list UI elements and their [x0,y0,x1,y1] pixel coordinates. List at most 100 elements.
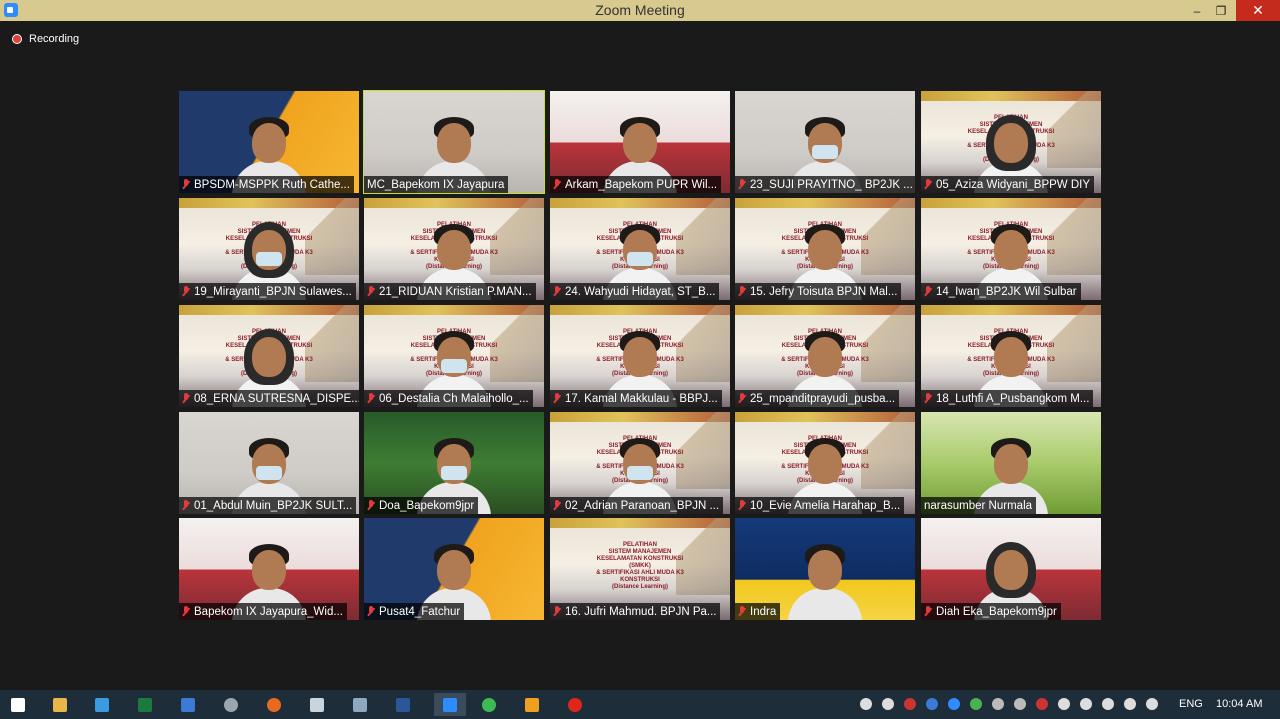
participant-name: Arkam_Bapekom PUPR Wil... [565,178,718,191]
chrome-alt-icon [224,697,238,712]
participant-video-tile[interactable]: Arkam_Bapekom PUPR Wil... [550,91,730,193]
media-icon [525,697,539,712]
taskbar-chrome-alt-button[interactable] [219,693,243,716]
participant-video-tile[interactable]: PELATIHAN SISTEM MANAJEMEN KESELAMATAN K… [179,198,359,300]
participant-name: 25_mpanditprayudi_pusba... [750,392,896,405]
muted-mic-icon [738,286,746,297]
chrome-icon [482,697,496,712]
participant-name-label: Doa_Bapekom9jpr [364,497,479,514]
participant-name-label: 05_Aziza Widyani_BPPW DIY [921,176,1095,193]
participant-video-tile[interactable]: 01_Abdul Muin_BP2JK SULT... [179,412,359,514]
muted-mic-icon [182,606,190,617]
taskbar-explorer-button[interactable] [48,693,72,716]
taskbar-files-button[interactable] [348,693,372,716]
participant-name-label: 06_Destalia Ch Malaihollo_... [364,390,533,407]
participant-video-tile[interactable]: PELATIHAN SISTEM MANAJEMEN KESELAMATAN K… [921,305,1101,407]
participant-video-tile[interactable]: Bapekom IX Jayapura_Wid... [179,518,359,620]
muted-mic-icon [553,393,561,404]
taskbar-word-button[interactable] [391,693,415,716]
muted-mic-icon [367,606,375,617]
participant-video-tile[interactable]: PELATIHAN SISTEM MANAJEMEN KESELAMATAN K… [735,412,915,514]
participant-video-tile[interactable]: Indra [735,518,915,620]
taskbar-opera-button[interactable] [563,693,587,716]
taskbar-chrome-button[interactable] [477,693,501,716]
firefox-icon [267,697,281,712]
participant-video-tile[interactable]: PELATIHAN SISTEM MANAJEMEN KESELAMATAN K… [550,198,730,300]
participant-name: 02_Adrian Paranoan_BPJN ... [565,499,720,512]
taskbar-firefox-button[interactable] [262,693,286,716]
participant-name-label: 24. Wahyudi Hidayat, ST_B... [550,283,720,300]
system-tray-icon[interactable] [1058,698,1070,710]
system-tray-icon[interactable] [970,698,982,710]
recording-indicator[interactable]: Recording [12,33,79,45]
muted-mic-icon [738,606,746,617]
participant-video-tile[interactable]: Doa_Bapekom9jpr [364,412,544,514]
participant-name-label: 08_ERNA SUTRESNA_DISPE... [179,390,359,407]
excel-icon [138,697,152,712]
muted-mic-icon [367,286,375,297]
muted-mic-icon [553,606,561,617]
system-tray-icon[interactable] [904,698,916,710]
language-indicator[interactable]: ENG [1179,698,1203,710]
participant-video-tile[interactable]: narasumber Nurmala [921,412,1101,514]
system-tray-icon[interactable] [992,698,1004,710]
participant-name: 06_Destalia Ch Malaihollo_... [379,392,529,405]
participant-video-tile[interactable]: MC_Bapekom IX Jayapura [363,90,545,194]
participant-name-label: 02_Adrian Paranoan_BPJN ... [550,497,724,514]
participant-video-tile[interactable]: PELATIHAN SISTEM MANAJEMEN KESELAMATAN K… [550,412,730,514]
clock[interactable]: 10:04 AM [1216,698,1262,710]
window-title: Zoom Meeting [595,2,685,18]
start-icon [11,697,25,712]
participant-name-label: Diah Eka_Bapekom9jpr [921,603,1061,620]
close-button[interactable]: ✕ [1236,0,1280,21]
participant-name: Diah Eka_Bapekom9jpr [936,605,1057,618]
participant-video-tile[interactable]: PELATIHAN SISTEM MANAJEMEN KESELAMATAN K… [735,305,915,407]
participant-video-tile[interactable]: 23_SUJI PRAYITNO_ BP2JK ... [735,91,915,193]
system-tray-icon[interactable] [1014,698,1026,710]
participant-name-label: Arkam_Bapekom PUPR Wil... [550,176,722,193]
muted-mic-icon [367,500,375,511]
system-tray-icon[interactable] [882,698,894,710]
system-tray-icon[interactable] [948,698,960,710]
taskbar-shield-button[interactable] [176,693,200,716]
participant-name-label: Indra [735,603,781,620]
system-tray-icon[interactable] [1124,698,1136,710]
system-tray-icon[interactable] [1080,698,1092,710]
word-icon [396,697,410,712]
participant-name-label: 14_Iwan_BP2JK Wil Sulbar [921,283,1081,300]
taskbar-ie-button[interactable] [90,693,114,716]
taskbar-excel-button[interactable] [133,693,157,716]
participant-name-label: 10_Evie Amelia Harahap_B... [735,497,905,514]
participant-video-tile[interactable]: PELATIHAN SISTEM MANAJEMEN KESELAMATAN K… [921,198,1101,300]
muted-mic-icon [738,500,746,511]
taskbar-zoom-button[interactable] [434,693,466,716]
participant-name-label: 19_Mirayanti_BPJN Sulawes... [179,283,356,300]
ie-icon [95,697,109,712]
participant-video-tile[interactable]: Diah Eka_Bapekom9jpr [921,518,1101,620]
notepad-icon [310,697,324,712]
system-tray-icon[interactable] [1102,698,1114,710]
participant-video-tile[interactable]: PELATIHAN SISTEM MANAJEMEN KESELAMATAN K… [364,305,544,407]
system-tray-icon[interactable] [1036,698,1048,710]
participant-video-tile[interactable]: PELATIHAN SISTEM MANAJEMEN KESELAMATAN K… [364,198,544,300]
participant-video-tile[interactable]: PELATIHAN SISTEM MANAJEMEN KESELAMATAN K… [735,198,915,300]
participant-name: 16. Jufri Mahmud. BPJN Pa... [565,605,717,618]
participant-video-tile[interactable]: PELATIHAN SISTEM MANAJEMEN KESELAMATAN K… [179,305,359,407]
maximize-button[interactable]: ❐ [1206,0,1236,21]
system-tray-icon[interactable] [860,698,872,710]
muted-mic-icon [553,179,561,190]
participant-video-tile[interactable]: BPSDM-MSPPK Ruth Cathe... [179,91,359,193]
participant-name: narasumber Nurmala [924,499,1033,512]
participant-video-tile[interactable]: PELATIHAN SISTEM MANAJEMEN KESELAMATAN K… [921,91,1101,193]
participant-video-tile[interactable]: PELATIHAN SISTEM MANAJEMEN KESELAMATAN K… [550,305,730,407]
participant-name: 05_Aziza Widyani_BPPW DIY [936,178,1091,191]
taskbar-media-button[interactable] [520,693,544,716]
participant-video-tile[interactable]: PELATIHAN SISTEM MANAJEMEN KESELAMATAN K… [550,518,730,620]
taskbar-notepad-button[interactable] [305,693,329,716]
participant-name: 19_Mirayanti_BPJN Sulawes... [194,285,352,298]
participant-name: 21_RIDUAN Kristian P.MAN... [379,285,532,298]
taskbar-start-button[interactable] [6,693,30,716]
participant-video-tile[interactable]: Pusat4_Fatchur [364,518,544,620]
system-tray-icon[interactable] [926,698,938,710]
system-tray-icon[interactable] [1146,698,1158,710]
